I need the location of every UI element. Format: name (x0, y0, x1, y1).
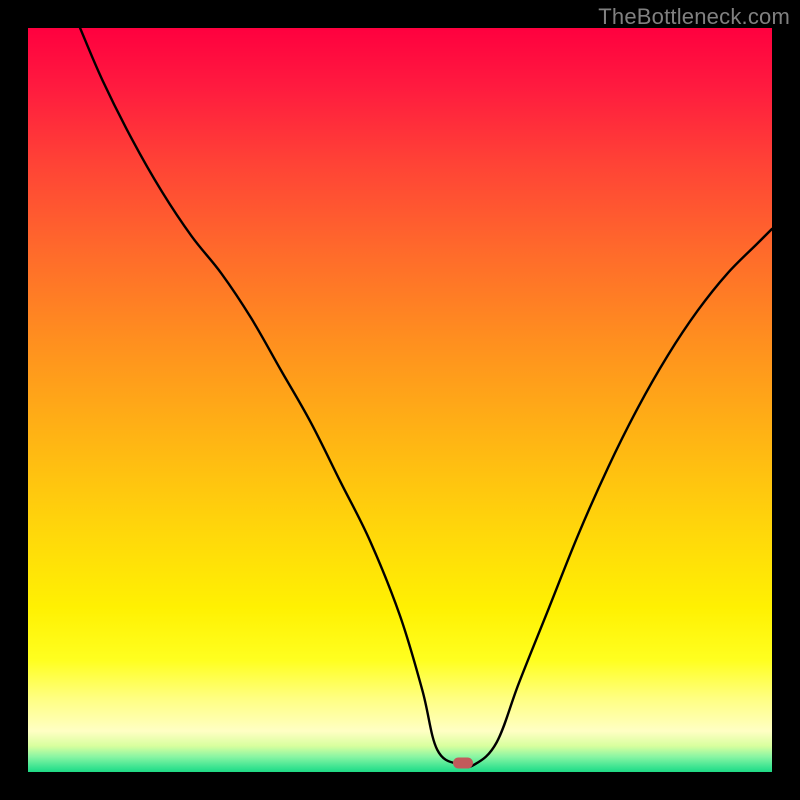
plot-area (28, 28, 772, 772)
chart-frame: TheBottleneck.com (0, 0, 800, 800)
min-point-marker (453, 758, 473, 769)
attribution-text: TheBottleneck.com (598, 4, 790, 30)
bottleneck-curve (28, 28, 772, 772)
